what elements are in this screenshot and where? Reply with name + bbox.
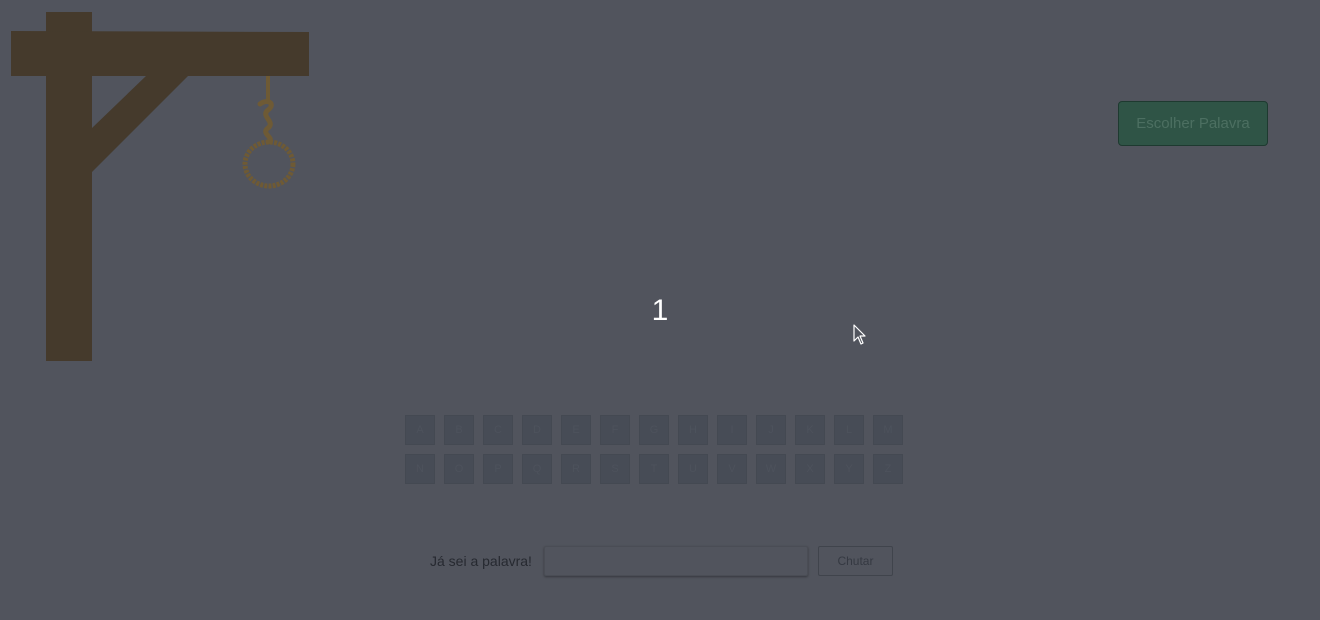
- guess-label: Já sei a palavra!: [430, 553, 532, 569]
- letter-key-h[interactable]: H: [678, 415, 708, 445]
- mouse-cursor-icon: [853, 324, 866, 345]
- gallows-brace: [92, 76, 188, 172]
- letter-key-v[interactable]: V: [717, 454, 747, 484]
- letter-key-p[interactable]: P: [483, 454, 513, 484]
- letter-key-o[interactable]: O: [444, 454, 474, 484]
- keyboard-row: ABCDEFGHIJKLM: [405, 415, 905, 445]
- letter-key-l[interactable]: L: [834, 415, 864, 445]
- letter-keyboard: ABCDEFGHIJKLM NOPQRSTUVWXYZ: [405, 415, 905, 493]
- letter-key-x[interactable]: X: [795, 454, 825, 484]
- letter-key-s[interactable]: S: [600, 454, 630, 484]
- letter-key-n[interactable]: N: [405, 454, 435, 484]
- letter-key-j[interactable]: J: [756, 415, 786, 445]
- letter-key-e[interactable]: E: [561, 415, 591, 445]
- letter-key-a[interactable]: A: [405, 415, 435, 445]
- letter-key-u[interactable]: U: [678, 454, 708, 484]
- letter-key-t[interactable]: T: [639, 454, 669, 484]
- keyboard-row: NOPQRSTUVWXYZ: [405, 454, 905, 484]
- game-page: Escolher Palavra 1 ABCDEFGHIJKLM NOPQRSTU…: [0, 0, 1320, 620]
- letter-key-y[interactable]: Y: [834, 454, 864, 484]
- letter-key-i[interactable]: I: [717, 415, 747, 445]
- guess-input[interactable]: [543, 546, 808, 576]
- letter-key-m[interactable]: M: [873, 415, 903, 445]
- noose-icon: [242, 76, 296, 189]
- choose-word-button[interactable]: Escolher Palavra: [1118, 101, 1268, 146]
- countdown-number: 1: [651, 294, 669, 327]
- letter-key-c[interactable]: C: [483, 415, 513, 445]
- letter-key-d[interactable]: D: [522, 415, 552, 445]
- gallows-beam: [11, 31, 309, 76]
- letter-key-g[interactable]: G: [639, 415, 669, 445]
- letter-key-b[interactable]: B: [444, 415, 474, 445]
- letter-key-q[interactable]: Q: [522, 454, 552, 484]
- letter-key-k[interactable]: K: [795, 415, 825, 445]
- letter-key-r[interactable]: R: [561, 454, 591, 484]
- gallows-icon: [11, 12, 309, 361]
- letter-key-z[interactable]: Z: [873, 454, 903, 484]
- guess-form: Já sei a palavra! Chutar: [430, 545, 893, 577]
- letter-key-f[interactable]: F: [600, 415, 630, 445]
- letter-key-w[interactable]: W: [756, 454, 786, 484]
- guess-button[interactable]: Chutar: [817, 546, 893, 576]
